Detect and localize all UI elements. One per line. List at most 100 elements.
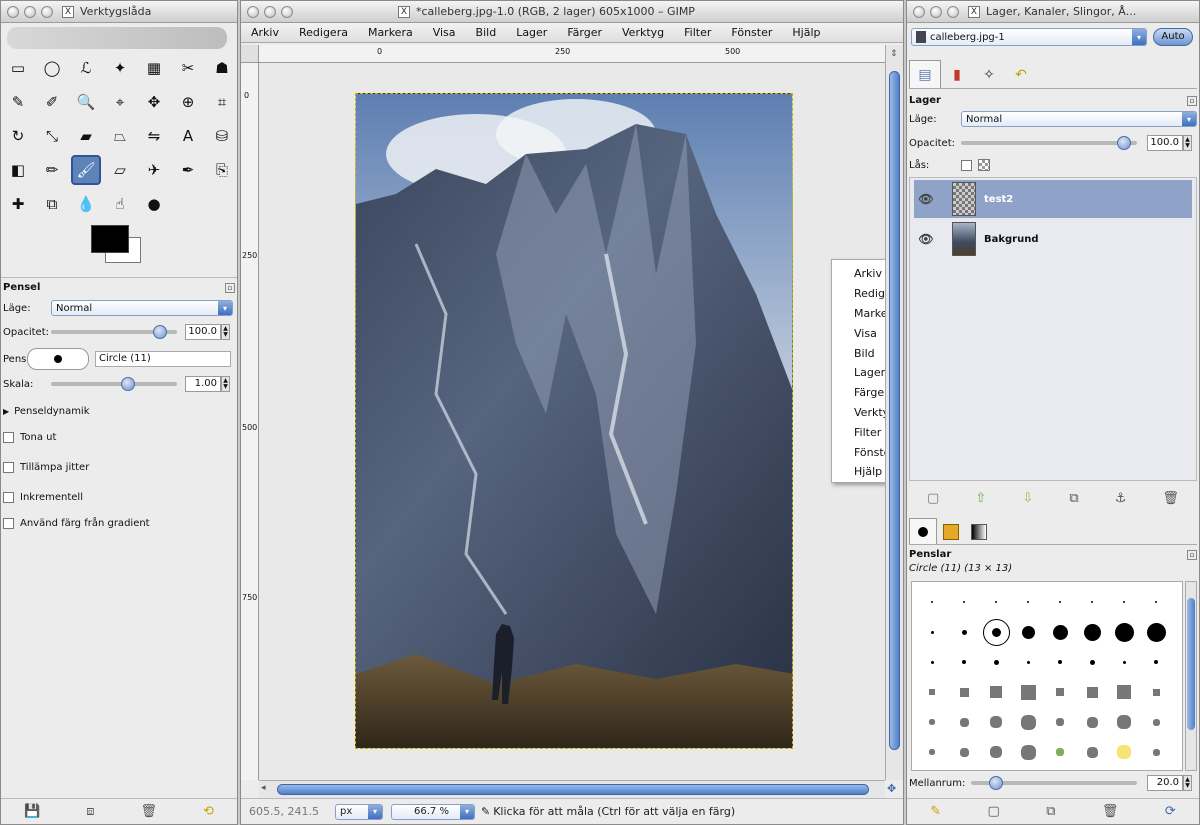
brush-name-field[interactable]: Circle (11) (95, 351, 231, 367)
brush-grid-scrollbar[interactable] (1185, 581, 1197, 771)
flip-icon[interactable]: ⇋ (139, 121, 169, 151)
brush-preset[interactable] (930, 660, 934, 664)
text-icon[interactable]: A (173, 121, 203, 151)
minimize-icon[interactable] (264, 5, 276, 18)
brush-preset[interactable] (1086, 746, 1098, 758)
brush-preset[interactable] (1146, 622, 1166, 642)
brush-preset[interactable] (1114, 622, 1134, 642)
airbrush-icon[interactable]: ✈ (139, 155, 169, 185)
new-brush-icon[interactable]: ▢ (988, 804, 1000, 819)
anchor-layer-icon[interactable]: ⚓ (1115, 491, 1127, 506)
lock-pixels-checkbox[interactable] (961, 159, 972, 171)
mode-select[interactable]: Normal ▾ (51, 300, 233, 316)
scale-slider-knob[interactable] (121, 377, 135, 391)
measure-icon[interactable]: ⌖ (105, 87, 135, 117)
spacing-spin[interactable]: ▲ ▼ (1183, 775, 1192, 791)
reset-options-icon[interactable]: ⟲ (203, 804, 214, 819)
brush-preset[interactable] (929, 689, 935, 695)
auto-button[interactable]: Auto (1153, 28, 1193, 46)
menu-redigera[interactable]: Redigera (299, 26, 348, 39)
brush-preset[interactable] (962, 660, 966, 664)
navigate-icon[interactable]: ✥ (887, 782, 901, 796)
brush-preset[interactable] (1056, 718, 1064, 726)
brush-preset[interactable] (982, 618, 1010, 646)
brush-preset[interactable] (1027, 601, 1029, 603)
brush-preset[interactable] (995, 601, 997, 603)
menu-lager[interactable]: Lager (516, 26, 547, 39)
duplicate-brush-icon[interactable]: ⧉ (1046, 804, 1055, 819)
edit-brush-icon[interactable]: ✎ (930, 804, 941, 819)
layer-row-bakgrund[interactable]: 👁 Bakgrund (914, 220, 1192, 258)
delete-options-icon[interactable]: 🗑 (141, 804, 158, 819)
perspective-icon[interactable]: ⏢ (105, 121, 135, 151)
restore-options-icon[interactable]: ⧈ (86, 804, 94, 819)
blur-icon[interactable]: 💧 (71, 189, 101, 219)
jitter-checkbox[interactable] (3, 462, 14, 473)
delete-brush-icon[interactable]: 🗑 (1102, 804, 1119, 819)
perspective-clone-icon[interactable]: ⧉ (37, 189, 67, 219)
brush-preset[interactable] (1155, 601, 1157, 603)
image-canvas[interactable] (355, 93, 793, 749)
eraser-icon[interactable]: ▱ (105, 155, 135, 185)
dynamics-expander[interactable]: Penseldynamik (14, 406, 89, 417)
brush-preset[interactable] (1117, 715, 1131, 729)
brush-preset[interactable] (1086, 716, 1098, 728)
rect-select-icon[interactable]: ▭ (3, 53, 33, 83)
clone-icon[interactable]: ⎘ (207, 155, 237, 185)
brush-preview[interactable] (27, 348, 89, 370)
brush-preset[interactable] (1152, 748, 1160, 756)
brush-grid[interactable] (911, 581, 1183, 771)
canvas-area[interactable]: Arkiv▶Redigera▶Markera▶Visa▶Bild▶Lager▶F… (259, 63, 903, 780)
layer-opacity-knob[interactable] (1117, 136, 1131, 150)
tab-paths[interactable]: ✧ (973, 62, 1005, 88)
tab-channels[interactable]: ▮ (941, 62, 973, 88)
brush-preset[interactable] (959, 717, 969, 727)
scale-slider[interactable] (51, 377, 177, 391)
zoom-icon[interactable] (947, 5, 959, 18)
brush-preset[interactable] (1089, 659, 1095, 665)
layer-opacity-value[interactable]: 100.0 (1147, 135, 1183, 151)
menu-arkiv[interactable]: Arkiv (251, 26, 279, 39)
duplicate-layer-icon[interactable]: ⧉ (1069, 491, 1078, 506)
layer-name[interactable]: test2 (984, 194, 1013, 205)
brush-preset[interactable] (1020, 684, 1036, 700)
raise-layer-icon[interactable]: ⇧ (975, 491, 986, 506)
opacity-slider-knob[interactable] (153, 325, 167, 339)
tab-patterns[interactable] (937, 520, 965, 544)
new-layer-icon[interactable]: ▢ (927, 491, 939, 506)
brush-scroll-thumb[interactable] (1187, 598, 1195, 730)
spacing-value[interactable]: 20.0 (1147, 775, 1183, 791)
tab-brushes[interactable] (909, 518, 937, 544)
ellipse-select-icon[interactable]: ◯ (37, 53, 67, 83)
zoom-icon[interactable] (281, 5, 293, 18)
rotate-icon[interactable]: ↻ (3, 121, 33, 151)
gradient-color-checkbox[interactable] (3, 518, 14, 529)
brush-preset[interactable] (1020, 714, 1036, 730)
brush-preset[interactable] (1083, 623, 1101, 641)
scale-value[interactable]: 1.00 (185, 376, 221, 392)
ruler-corner[interactable] (241, 45, 259, 63)
zoom-icon[interactable] (41, 5, 53, 18)
brush-preset[interactable] (990, 746, 1002, 758)
brush-preset[interactable] (931, 601, 933, 603)
paintbrush-icon[interactable]: 🖌 (71, 155, 101, 185)
panel-menu-icon[interactable]: ▫ (1187, 95, 1197, 106)
spacing-knob[interactable] (989, 776, 1003, 790)
vertical-scroll-thumb[interactable] (889, 71, 900, 750)
brush-preset[interactable] (961, 629, 967, 635)
alpha-lock-icon[interactable] (978, 159, 990, 171)
brush-preset[interactable] (1059, 601, 1061, 603)
opacity-spin-buttons[interactable]: ▲ ▼ (221, 324, 230, 340)
brush-preset[interactable] (1117, 745, 1131, 759)
fg-bg-colors[interactable] (91, 225, 147, 265)
menu-bild[interactable]: Bild (476, 26, 497, 39)
minimize-icon[interactable] (930, 5, 942, 18)
menu-filter[interactable]: Filter (684, 26, 711, 39)
opacity-slider[interactable] (51, 325, 177, 339)
expander-arrow-icon[interactable]: ▶ (3, 407, 9, 416)
foreground-color-swatch[interactable] (91, 225, 129, 253)
brush-preset[interactable] (1021, 625, 1035, 639)
save-options-icon[interactable]: 💾 (24, 804, 40, 819)
visibility-eye-icon[interactable]: 👁 (914, 232, 938, 246)
dodge-burn-icon[interactable]: ● (139, 189, 169, 219)
